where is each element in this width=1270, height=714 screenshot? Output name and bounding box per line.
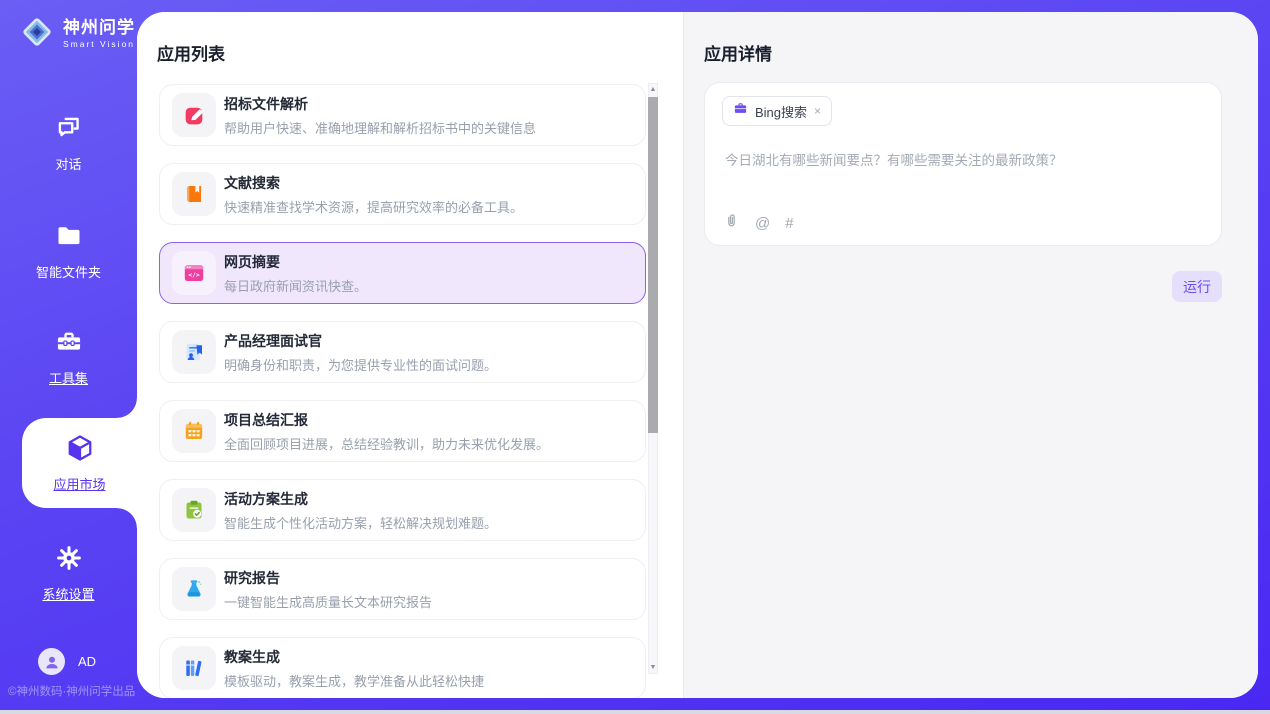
app-detail-panel: 应用详情 Bing搜索 × 今日湖北有哪些新闻要点？有哪些需要关注的最新政策？ — [683, 12, 1258, 698]
app-card-list: 招标文件解析帮助用户快速、准确地理解和解析招标书中的关键信息文献搜索快速精准查找… — [159, 84, 646, 698]
gear-icon — [55, 544, 83, 577]
person-icon — [43, 653, 61, 671]
sidebar-item-chat[interactable]: 对话 — [0, 112, 137, 173]
app-card-desc: 一键智能生成高质量长文本研究报告 — [224, 592, 432, 611]
calendar-icon — [172, 409, 216, 453]
brand-diamond-icon — [18, 13, 56, 56]
app-card[interactable]: 研究报告一键智能生成高质量长文本研究报告 — [159, 558, 646, 620]
sidebar-item-settings[interactable]: 系统设置 — [0, 544, 137, 603]
sidebar-item-label: 系统设置 — [42, 584, 94, 603]
user-account[interactable]: AD — [38, 648, 96, 675]
app-card[interactable]: </> 网页摘要每日政府新闻资讯快查。 — [159, 242, 646, 304]
sidebar-item-label: 工具集 — [49, 368, 88, 387]
app-card[interactable]: 招标文件解析帮助用户快速、准确地理解和解析招标书中的关键信息 — [159, 84, 646, 146]
book-icon — [172, 172, 216, 216]
app-card-title: 项目总结汇报 — [224, 410, 549, 430]
sidebar-item-app-market[interactable]: 应用市场 — [22, 418, 137, 508]
paperclip-icon[interactable] — [723, 211, 740, 235]
app-card-title: 招标文件解析 — [224, 94, 536, 114]
scrollbar-down-arrow[interactable]: ▼ — [648, 662, 658, 674]
browser-code-icon: </> — [172, 251, 216, 295]
clipboard-check-icon — [172, 488, 216, 532]
app-card[interactable]: 教案生成模板驱动，教案生成，教学准备从此轻松快捷 — [159, 637, 646, 698]
bottom-strip — [0, 710, 1270, 714]
brand-subtitle: Smart Vision — [63, 40, 135, 49]
tool-chip[interactable]: Bing搜索 × — [722, 96, 832, 126]
app-card-title: 产品经理面试官 — [224, 331, 497, 351]
app-card-desc: 模板驱动，教案生成，教学准备从此轻松快捷 — [224, 671, 484, 690]
hash-icon[interactable]: # — [785, 215, 793, 232]
app-card-desc: 帮助用户快速、准确地理解和解析招标书中的关键信息 — [224, 118, 536, 137]
app-card[interactable]: 文献搜索快速精准查找学术资源，提高研究效率的必备工具。 — [159, 163, 646, 225]
app-list-panel: 应用列表 招标文件解析帮助用户快速、准确地理解和解析招标书中的关键信息文献搜索快… — [137, 12, 683, 698]
app-list-title: 应用列表 — [157, 40, 225, 65]
edit-doc-icon — [172, 93, 216, 137]
app-card-desc: 智能生成个性化活动方案，轻松解决规划难题。 — [224, 513, 497, 532]
sidebar-item-smart-folder[interactable]: 智能文件夹 — [0, 222, 137, 281]
briefcase-icon — [733, 101, 748, 121]
prompt-input[interactable]: 今日湖北有哪些新闻要点？有哪些需要关注的最新政策？ — [725, 151, 1201, 171]
sidebar-item-toolbox[interactable]: 工具集 — [0, 328, 137, 387]
sidebar-item-label: 智能文件夹 — [36, 262, 101, 281]
brand-logo: 神州问学 Smart Vision — [18, 13, 135, 56]
content-panel: 应用列表 招标文件解析帮助用户快速、准确地理解和解析招标书中的关键信息文献搜索快… — [137, 12, 1258, 698]
tool-chip-label: Bing搜索 — [755, 102, 807, 121]
avatar — [38, 648, 65, 675]
app-card-desc: 明确身份和职责，为您提供专业性的面试问题。 — [224, 355, 497, 374]
app-detail-title: 应用详情 — [704, 40, 772, 65]
attachment-toolbar: @ # — [723, 211, 794, 235]
app-card-desc: 每日政府新闻资讯快查。 — [224, 276, 367, 295]
app-card-title: 教案生成 — [224, 647, 484, 667]
sidebar-item-label: 应用市场 — [53, 474, 105, 493]
chat-icon — [54, 112, 84, 147]
app-card[interactable]: 产品经理面试官明确身份和职责，为您提供专业性的面试问题。 — [159, 321, 646, 383]
run-button[interactable]: 运行 — [1172, 271, 1222, 302]
copyright-footer: ©神州数码·神州问学出品 — [8, 683, 140, 699]
app-card-desc: 全面回顾项目进展，总结经验教训，助力未来优化发展。 — [224, 434, 549, 453]
at-icon[interactable]: @ — [755, 215, 770, 232]
scrollbar-thumb[interactable] — [648, 97, 658, 433]
toolbox-icon — [55, 328, 83, 361]
books-icon — [172, 646, 216, 690]
app-card-desc: 快速精准查找学术资源，提高研究效率的必备工具。 — [224, 197, 523, 216]
app-card[interactable]: 活动方案生成智能生成个性化活动方案，轻松解决规划难题。 — [159, 479, 646, 541]
chip-close-icon[interactable]: × — [814, 104, 821, 118]
cube-icon — [65, 433, 95, 468]
brand-name: 神州问学 — [63, 19, 135, 38]
app-card-title: 文献搜索 — [224, 173, 523, 193]
research-icon — [172, 567, 216, 611]
prompt-card[interactable]: Bing搜索 × 今日湖北有哪些新闻要点？有哪些需要关注的最新政策？ @ # — [704, 82, 1222, 246]
user-initials: AD — [78, 654, 96, 669]
app-card-title: 研究报告 — [224, 568, 432, 588]
app-card-title: 活动方案生成 — [224, 489, 497, 509]
folder-icon — [55, 222, 83, 255]
interview-icon — [172, 330, 216, 374]
app-card-title: 网页摘要 — [224, 252, 367, 272]
scrollbar-up-arrow[interactable]: ▲ — [648, 84, 658, 96]
svg-text:</>: </> — [188, 272, 199, 279]
app-card[interactable]: 项目总结汇报全面回顾项目进展，总结经验教训，助力未来优化发展。 — [159, 400, 646, 462]
sidebar-item-label: 对话 — [55, 154, 81, 173]
